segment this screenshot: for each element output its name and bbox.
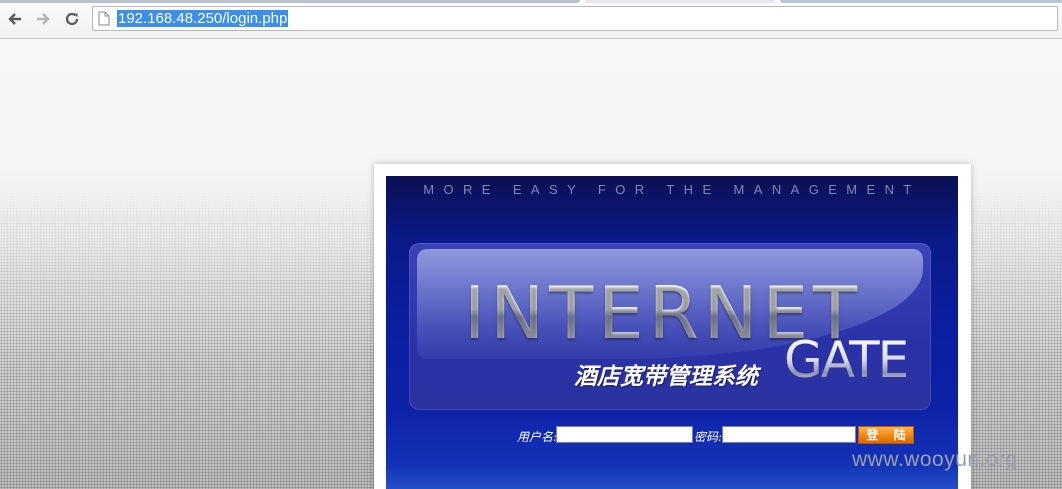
username-field[interactable] [556, 426, 693, 443]
address-bar[interactable]: 192.168.48.250/login.php [92, 6, 1058, 31]
product-name: 酒店宽带管理系统 [574, 363, 758, 390]
page-content: MORE EASY FOR THE MANAGEMENT INTERNET 酒店… [0, 39, 1062, 489]
forward-arrow-icon [37, 13, 50, 25]
username-label: 用户名: [517, 430, 558, 444]
url-text: 192.168.48.250/login.php [117, 10, 289, 27]
password-label: 密码: [694, 430, 723, 444]
back-arrow-icon [8, 13, 21, 25]
watermark: www.wooyun.org [852, 448, 1018, 471]
login-panel: MORE EASY FOR THE MANAGEMENT INTERNET 酒店… [386, 176, 958, 489]
browser-tab[interactable] [585, 0, 775, 3]
back-button[interactable] [4, 8, 26, 30]
reload-icon [65, 12, 79, 26]
password-field[interactable] [722, 426, 856, 443]
page-icon [98, 11, 110, 26]
browser-tab[interactable] [0, 0, 580, 3]
browser-toolbar: 192.168.48.250/login.php [0, 0, 1062, 39]
browser-tab[interactable] [780, 0, 1062, 3]
reload-button[interactable] [61, 8, 83, 30]
login-frame: MORE EASY FOR THE MANAGEMENT INTERNET 酒店… [374, 164, 971, 489]
login-button[interactable]: 登 陆 [858, 426, 914, 444]
brand-subtitle: GATE [784, 331, 909, 389]
brand-banner: INTERNET 酒店宽带管理系统 GATE [409, 243, 931, 410]
tagline: MORE EASY FOR THE MANAGEMENT [423, 182, 921, 197]
forward-button[interactable] [32, 8, 54, 30]
